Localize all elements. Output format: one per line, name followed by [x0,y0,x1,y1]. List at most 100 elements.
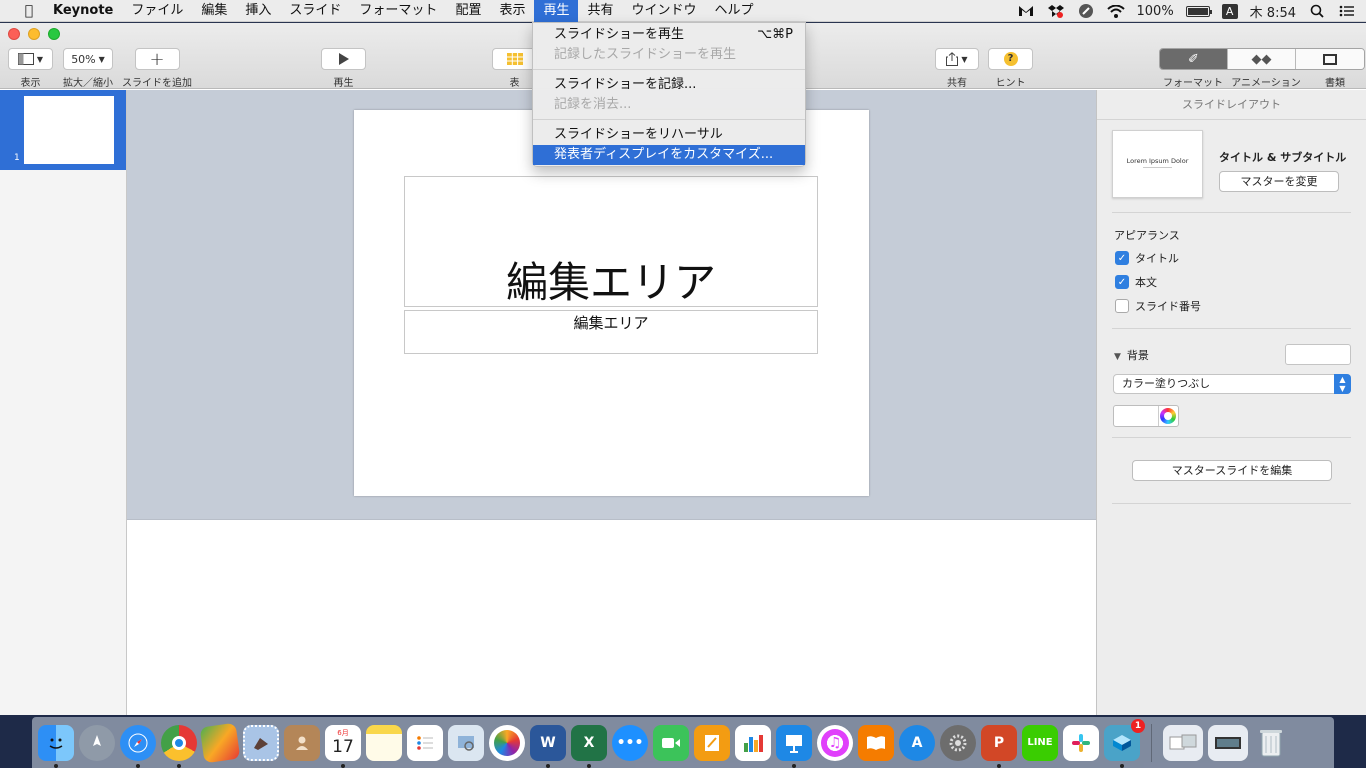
launchpad-icon[interactable] [79,724,115,761]
dropbox-status-icon[interactable] [1047,4,1065,18]
layout-preview-title: Lorem Ipsum Dolor [1126,157,1189,165]
fill-type-select[interactable]: カラー塗りつぶし ▲ ▼ [1113,374,1351,394]
minimize-window-button[interactable] [28,28,40,40]
body-checkbox-row[interactable]: ✓ 本文 [1115,274,1157,290]
hint-label: ヒント [995,78,1026,89]
menu-window[interactable]: ウインドウ [623,0,706,22]
network-app-icon[interactable]: 1 [1104,718,1145,768]
app-store-icon[interactable]: A [899,724,935,761]
finder-icon[interactable] [38,724,74,768]
messages-icon[interactable]: ••• [612,724,648,761]
notes-icon[interactable] [366,724,402,761]
numbers-icon[interactable] [735,724,771,761]
slide-subtitle[interactable]: 編集エリア [573,312,648,353]
menu-arrange[interactable]: 配置 [446,0,490,22]
subtitle-placeholder[interactable]: 編集エリア [404,310,818,354]
photo-app-icon[interactable] [199,722,241,763]
chevron-down-icon: ▼ [36,54,44,64]
zoom-window-button[interactable] [48,28,60,40]
menu-item-play-slideshow[interactable]: スライドショーを再生 ⌥⌘P [533,25,805,45]
sync-status-icon[interactable] [1077,4,1095,18]
menu-play[interactable]: 再生 [534,0,579,22]
music-note: ♫ [821,728,849,757]
battery-icon[interactable] [1185,5,1212,17]
reminders-icon[interactable] [407,724,443,761]
itunes-icon[interactable]: ♫ [817,724,853,761]
slide-thumbnail-row[interactable]: 1 [0,90,126,170]
excel-icon[interactable]: X [571,724,607,768]
title-placeholder[interactable]: 編集エリア [404,176,818,307]
input-method-icon[interactable]: A [1221,3,1238,19]
spotlight-search-icon[interactable] [1308,4,1326,18]
downloads-stack-icon[interactable] [1163,724,1203,761]
screenshot-stack-icon[interactable] [1208,724,1248,761]
powerpoint-icon[interactable]: P [981,724,1017,768]
keynote-icon[interactable] [776,724,812,768]
system-preferences-icon[interactable] [940,724,976,761]
menu-item-rehearse-slideshow[interactable]: スライドショーをリハーサル [533,125,805,145]
hint-button[interactable]: ? [988,48,1033,70]
menu-file[interactable]: ファイル [122,0,192,22]
menu-edit[interactable]: 編集 [192,0,236,22]
share-button[interactable]: ▼ [935,48,979,70]
calendar-icon[interactable]: 6月 17 [325,724,361,768]
menu-app-keynote[interactable]: Keynote [44,0,122,22]
menu-share[interactable]: 共有 [578,0,622,22]
color-wheel-icon[interactable] [1160,408,1176,424]
notification-center-icon[interactable] [1338,4,1356,18]
apple-menu-icon[interactable]:  [14,3,44,19]
slide-title[interactable]: 編集エリア [506,262,716,304]
slide[interactable]: 編集エリア 編集エリア [354,110,869,496]
tab-document[interactable] [1296,49,1364,69]
books-icon[interactable] [858,724,894,761]
title-checkbox[interactable]: ✓ [1115,251,1129,265]
slack-icon[interactable] [1063,724,1099,761]
menu-help[interactable]: ヘルプ [706,0,763,22]
body-checkbox-label: 本文 [1135,276,1157,289]
chrome-icon[interactable] [161,724,197,768]
menu-view[interactable]: 表示 [490,0,534,22]
mail-stamp-icon[interactable] [243,724,279,761]
edit-master-slide-button[interactable]: マスタースライドを編集 [1132,460,1332,481]
tab-animate[interactable]: ◆◆ [1228,49,1296,69]
facetime-icon[interactable] [653,724,689,761]
menubar-clock[interactable]: 木 8:54 [1250,2,1296,21]
add-slide-control: + スライドを追加 [122,48,192,89]
background-color-preview[interactable] [1285,344,1351,365]
body-checkbox[interactable]: ✓ [1115,275,1129,289]
table-button[interactable] [492,48,537,70]
close-window-button[interactable] [8,28,20,40]
tab-format[interactable]: ✐ [1160,49,1228,69]
photos-icon[interactable] [489,724,525,761]
trash-icon[interactable] [1253,725,1289,761]
play-label: 再生 [333,78,354,89]
wifi-icon[interactable] [1106,4,1125,18]
add-slide-button[interactable]: + [134,48,180,70]
menu-item-record-slideshow[interactable]: スライドショーを記録... [533,75,805,95]
change-master-button[interactable]: マスターを変更 [1219,171,1339,192]
preview-icon[interactable] [448,724,484,761]
zoom-select[interactable]: 50% ▼ [63,48,113,70]
pages-icon[interactable] [694,724,730,761]
line-icon[interactable]: LINE [1022,724,1058,761]
play-button[interactable] [321,48,366,70]
view-button[interactable]: ▼ [8,48,53,70]
gmail-status-icon[interactable] [1017,4,1035,18]
color-well[interactable] [1113,405,1179,427]
battery-percent: 100% [1136,3,1174,19]
calendar-day: 17 [332,736,354,757]
slide-number-checkbox-row[interactable]: スライド番号 [1115,298,1201,314]
slide-thumbnail[interactable] [24,96,114,164]
safari-icon[interactable] [120,724,156,768]
menu-slide[interactable]: スライド [280,0,350,22]
menu-format[interactable]: フォーマット [350,0,446,22]
play-shortcut: ⌥⌘P [757,27,793,42]
layout-preview[interactable]: Lorem Ipsum Dolor [1112,130,1203,198]
slide-number-checkbox[interactable] [1115,299,1129,313]
menu-item-customize-presenter-display[interactable]: 発表者ディスプレイをカスタマイズ... [533,145,805,165]
title-checkbox-row[interactable]: ✓ タイトル [1115,250,1179,266]
word-icon[interactable]: W [530,724,566,768]
background-heading[interactable]: ▼ 背景 [1114,347,1149,363]
contacts-icon[interactable] [284,724,320,761]
menu-insert[interactable]: 挿入 [236,0,280,22]
